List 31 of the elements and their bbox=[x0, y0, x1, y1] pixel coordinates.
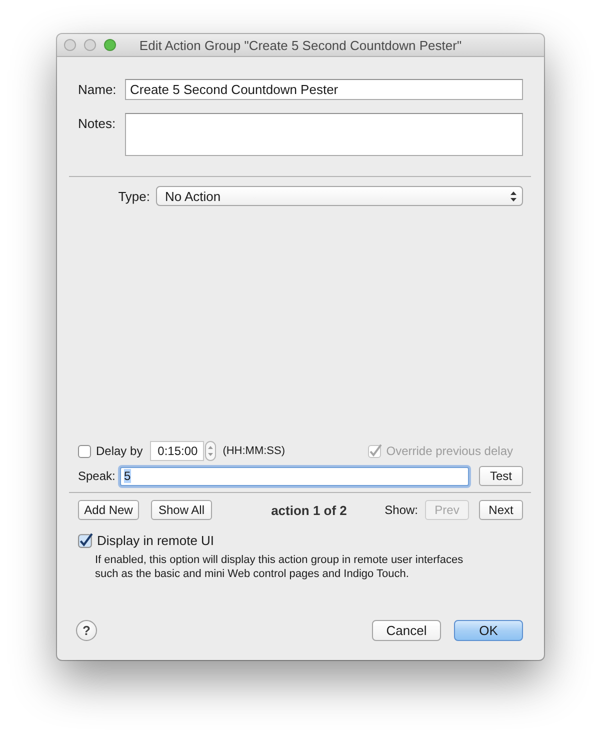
speak-label: Speak: bbox=[78, 469, 116, 483]
cancel-button[interactable]: Cancel bbox=[372, 620, 441, 641]
next-button[interactable]: Next bbox=[479, 500, 523, 520]
type-label: Type: bbox=[117, 188, 150, 204]
updown-arrows-icon bbox=[510, 190, 517, 202]
action-position-label: action 1 of 2 bbox=[270, 502, 348, 518]
window-zoom-button[interactable] bbox=[104, 39, 116, 51]
remote-ui-label: Display in remote UI bbox=[97, 533, 214, 548]
help-button[interactable]: ? bbox=[76, 620, 97, 641]
show-all-button[interactable]: Show All bbox=[151, 500, 212, 520]
time-format-label: (HH:MM:SS) bbox=[222, 445, 286, 457]
name-label: Name: bbox=[78, 82, 118, 97]
delay-time-field[interactable]: 0:15:00 bbox=[150, 441, 204, 461]
window-close-button[interactable] bbox=[64, 39, 76, 51]
type-select[interactable]: No Action bbox=[156, 186, 523, 206]
test-button[interactable]: Test bbox=[479, 466, 523, 486]
add-new-button[interactable]: Add New bbox=[78, 500, 139, 520]
notes-field[interactable] bbox=[125, 113, 523, 156]
name-field[interactable]: Create 5 Second Countdown Pester bbox=[125, 79, 523, 100]
time-stepper[interactable] bbox=[204, 441, 216, 461]
remote-ui-description: If enabled, this option will display this action group in remote user interfaces such as the basic and mini Web control pages and Indigo Touch. bbox=[95, 553, 464, 581]
window-minimize-button[interactable] bbox=[84, 39, 96, 51]
notes-label: Notes: bbox=[78, 115, 117, 131]
ok-button[interactable]: OK bbox=[454, 620, 523, 641]
remote-ui-checkbox[interactable] bbox=[78, 533, 93, 548]
speak-field[interactable]: 5 bbox=[120, 466, 469, 486]
window-title: Edit Action Group "Create 5 Second Countdown Pester" bbox=[138, 38, 463, 52]
delay-checkbox[interactable] bbox=[78, 444, 92, 458]
show-label: Show: bbox=[384, 503, 418, 517]
override-label: Override previous delay bbox=[386, 444, 513, 458]
delay-label: Delay by bbox=[96, 444, 143, 458]
